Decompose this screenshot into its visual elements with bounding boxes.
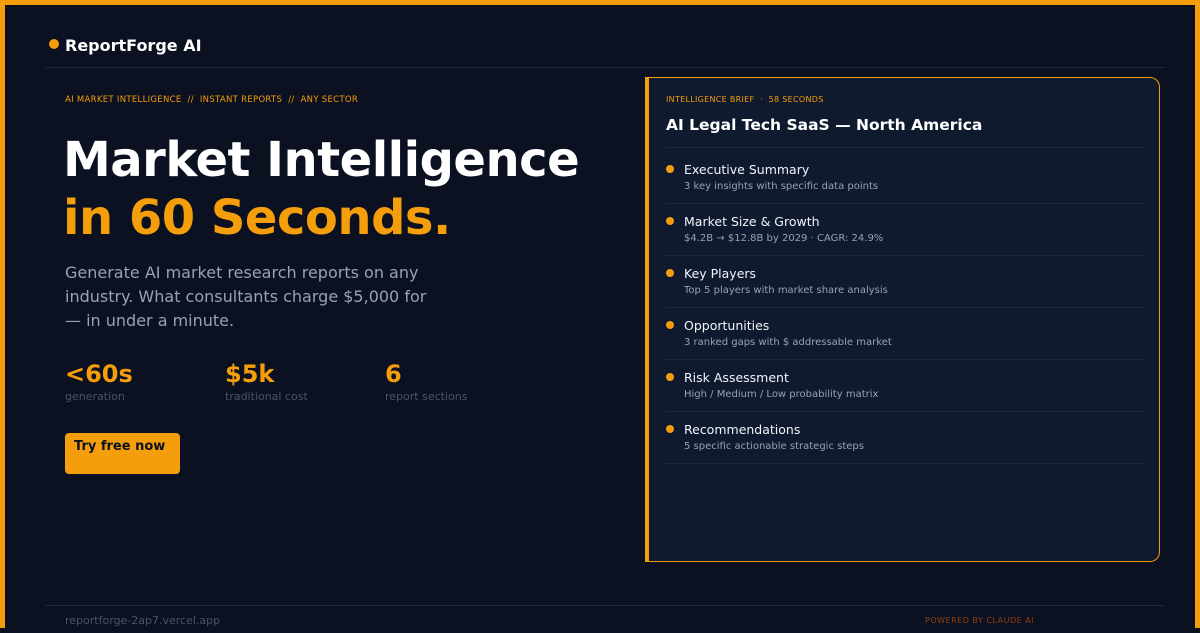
- item-description: $4.2B → $12.8B by 2029 · CAGR: 24.9%: [684, 233, 884, 244]
- hero-headline: Market Intelligence in 60 Seconds.: [63, 131, 580, 247]
- footer: reportforge-2ap7.vercel.app POWERED BY C…: [45, 605, 1165, 633]
- stat-value: 6: [385, 360, 402, 388]
- item-description: Top 5 players with market share analysis: [684, 285, 888, 296]
- dot-bullet-icon: [666, 217, 674, 225]
- card-label: INTELLIGENCE BRIEF · 58 SECONDS: [666, 95, 824, 104]
- hero-tagline: AI MARKET INTELLIGENCE // INSTANT REPORT…: [65, 95, 359, 105]
- hero-subtitle: Generate AI market research reports on a…: [65, 263, 427, 330]
- headline-line-1: Market Intelligence: [63, 132, 580, 188]
- item-title: Risk Assessment: [684, 370, 789, 385]
- stat-traditional-cost: $5k traditional cost: [225, 359, 308, 403]
- brief-section-list: Executive Summary 3 key insights with sp…: [666, 152, 1144, 464]
- headline-line-2: in 60 Seconds.: [63, 190, 451, 246]
- item-title: Executive Summary: [684, 162, 810, 177]
- item-title: Recommendations: [684, 422, 801, 437]
- intelligence-brief-card: INTELLIGENCE BRIEF · 58 SECONDS AI Legal…: [645, 77, 1160, 562]
- stat-label: traditional cost: [225, 390, 308, 403]
- item-description: High / Medium / Low probability matrix: [684, 389, 879, 400]
- list-item: Risk Assessment High / Medium / Low prob…: [666, 360, 1144, 412]
- dot-bullet-icon: [666, 321, 674, 329]
- logo-dot-icon: [49, 39, 59, 49]
- stat-report-sections: 6 report sections: [385, 359, 467, 403]
- stat-label: report sections: [385, 390, 468, 403]
- list-item: Executive Summary 3 key insights with sp…: [666, 152, 1144, 204]
- stat-generation: <60s generation: [65, 359, 133, 403]
- list-item: Recommendations 5 specific actionable st…: [666, 412, 1144, 464]
- dot-bullet-icon: [666, 269, 674, 277]
- list-item: Market Size & Growth $4.2B → $12.8B by 2…: [666, 204, 1144, 256]
- item-description: 3 key insights with specific data points: [684, 181, 879, 192]
- footer-url-link[interactable]: reportforge-2ap7.vercel.app: [65, 614, 220, 627]
- page-frame: ReportForge AI AI MARKET INTELLIGENCE //…: [0, 0, 1200, 628]
- dot-bullet-icon: [666, 373, 674, 381]
- cta-label: Try free now: [74, 439, 166, 454]
- item-title: Opportunities: [684, 318, 770, 333]
- item-description: 3 ranked gaps with $ addressable market: [684, 337, 892, 348]
- dot-bullet-icon: [666, 425, 674, 433]
- item-title: Market Size & Growth: [684, 214, 820, 229]
- stat-value: $5k: [225, 360, 275, 388]
- brand-name[interactable]: ReportForge AI: [65, 36, 202, 55]
- try-free-button[interactable]: Try free now: [65, 433, 180, 474]
- item-description: 5 specific actionable strategic steps: [684, 441, 864, 452]
- card-title: AI Legal Tech SaaS — North America: [666, 116, 983, 134]
- dot-bullet-icon: [666, 165, 674, 173]
- divider: [666, 147, 1144, 148]
- stat-label: generation: [65, 390, 125, 403]
- header: ReportForge AI: [45, 33, 1165, 68]
- powered-by-label: POWERED BY CLAUDE AI: [925, 616, 1035, 625]
- item-title: Key Players: [684, 266, 757, 281]
- list-item: Opportunities 3 ranked gaps with $ addre…: [666, 308, 1144, 360]
- list-item: Key Players Top 5 players with market sh…: [666, 256, 1144, 308]
- stat-value: <60s: [65, 360, 133, 388]
